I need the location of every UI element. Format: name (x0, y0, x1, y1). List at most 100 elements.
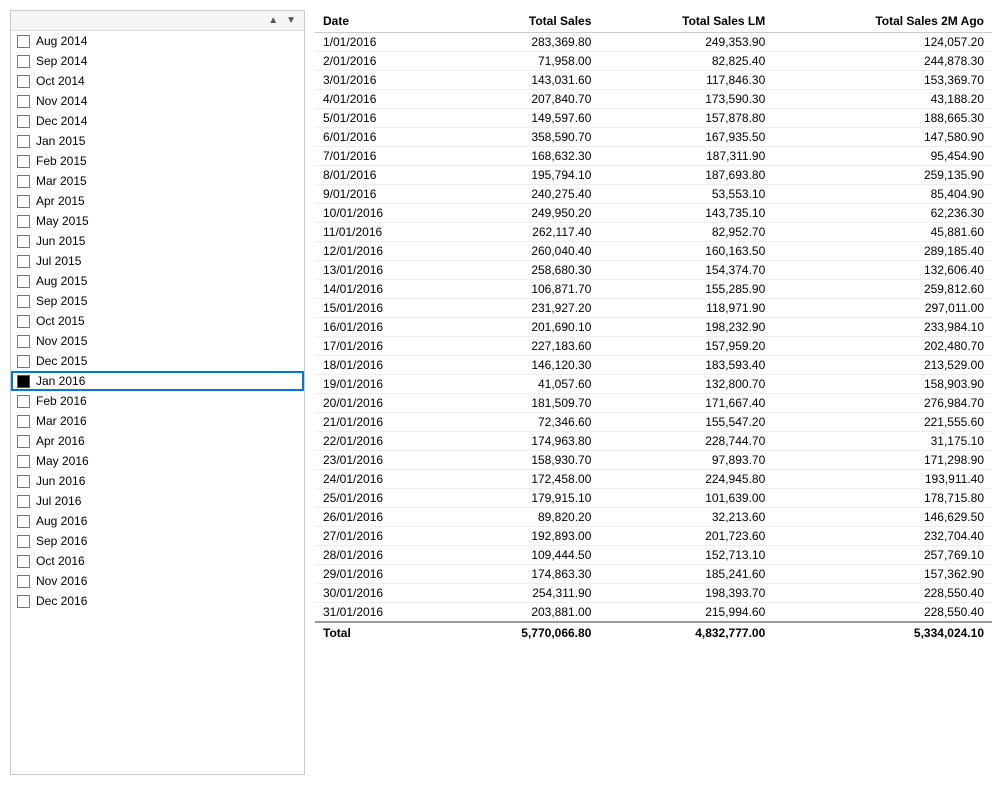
list-item[interactable]: Feb 2016 (11, 391, 304, 411)
list-item[interactable]: Oct 2015 (11, 311, 304, 331)
table-cell: 276,984.70 (773, 394, 992, 413)
table-cell: 258,680.30 (448, 261, 599, 280)
table-row: 3/01/2016143,031.60117,846.30153,369.70 (315, 71, 992, 90)
table-cell: 168,632.30 (448, 147, 599, 166)
list-item[interactable]: Jul 2015 (11, 251, 304, 271)
table-cell: 172,458.00 (448, 470, 599, 489)
checkbox-empty (17, 95, 30, 108)
checkbox-empty (17, 595, 30, 608)
list-item[interactable]: Jul 2016 (11, 491, 304, 511)
sort-desc-button[interactable]: ▼ (284, 15, 298, 26)
month-label: Aug 2015 (36, 274, 87, 288)
month-label: Nov 2014 (36, 94, 87, 108)
table-cell: 179,915.10 (448, 489, 599, 508)
list-item[interactable]: Nov 2016 (11, 571, 304, 591)
list-item[interactable]: Aug 2015 (11, 271, 304, 291)
table-cell: 43,188.20 (773, 90, 992, 109)
list-item[interactable]: Sep 2015 (11, 291, 304, 311)
list-item[interactable]: Dec 2016 (11, 591, 304, 611)
month-list: Aug 2014 Sep 2014Oct 2014 Nov 2014 Dec 2014… (11, 31, 304, 774)
table-row: 18/01/2016146,120.30183,593.40213,529.00 (315, 356, 992, 375)
table-cell: 13/01/2016 (315, 261, 448, 280)
table-row: 8/01/2016195,794.10187,693.80259,135.90 (315, 166, 992, 185)
table-cell: 228,550.40 (773, 603, 992, 623)
table-cell: 262,117.40 (448, 223, 599, 242)
month-label: Mar 2015 (36, 174, 87, 188)
table-row: 20/01/2016181,509.70171,667.40276,984.70 (315, 394, 992, 413)
table-cell: 202,480.70 (773, 337, 992, 356)
table-cell: 143,031.60 (448, 71, 599, 90)
list-item[interactable]: Jun 2015 (11, 231, 304, 251)
list-item[interactable]: Nov 2015 (11, 331, 304, 351)
table-row: 28/01/2016109,444.50152,713.10257,769.10 (315, 546, 992, 565)
list-item[interactable]: Sep 2016 (11, 531, 304, 551)
table-cell: 178,715.80 (773, 489, 992, 508)
month-label: May 2015 (36, 214, 89, 228)
month-label: Oct 2015 (36, 314, 85, 328)
month-label: Jan 2016 (36, 374, 85, 388)
table-cell: 71,958.00 (448, 52, 599, 71)
table-row: 21/01/201672,346.60155,547.20221,555.60 (315, 413, 992, 432)
checkbox-empty (17, 135, 30, 148)
list-item[interactable]: May 2016 (11, 451, 304, 471)
list-item[interactable]: Apr 2016 (11, 431, 304, 451)
month-label: Jun 2016 (36, 474, 85, 488)
list-item[interactable]: Dec 2014 (11, 111, 304, 131)
table-cell: 23/01/2016 (315, 451, 448, 470)
table-cell: 11/01/2016 (315, 223, 448, 242)
column-header: Date (315, 10, 448, 33)
table-cell: 154,374.70 (599, 261, 773, 280)
table-row: 27/01/2016192,893.00201,723.60232,704.40 (315, 527, 992, 546)
table-cell: 188,665.30 (773, 109, 992, 128)
list-item[interactable]: Mar 2015 (11, 171, 304, 191)
list-item[interactable]: Mar 2016 (11, 411, 304, 431)
table-cell: 228,550.40 (773, 584, 992, 603)
table-cell: 174,963.80 (448, 432, 599, 451)
sort-asc-button[interactable]: ▲ (266, 15, 280, 26)
list-item[interactable]: Oct 2014 (11, 71, 304, 91)
list-item[interactable]: Oct 2016 (11, 551, 304, 571)
list-item[interactable]: Aug 2016 (11, 511, 304, 531)
table-row: 23/01/2016158,930.7097,893.70171,298.90 (315, 451, 992, 470)
checkbox-empty (17, 495, 30, 508)
table-row: 17/01/2016227,183.60157,959.20202,480.70 (315, 337, 992, 356)
table-cell: 62,236.30 (773, 204, 992, 223)
table-cell: 15/01/2016 (315, 299, 448, 318)
list-item[interactable]: Feb 2015 (11, 151, 304, 171)
table-cell: 109,444.50 (448, 546, 599, 565)
table-cell: 9/01/2016 (315, 185, 448, 204)
sales-table: DateTotal SalesTotal Sales LMTotal Sales… (315, 10, 992, 643)
left-panel: ▲ ▼ Aug 2014 Sep 2014Oct 2014 Nov 2014 Dec … (10, 10, 305, 775)
panel-header: ▲ ▼ (11, 11, 304, 31)
table-cell: 203,881.00 (448, 603, 599, 623)
checkbox-empty (17, 115, 30, 128)
table-cell: 181,509.70 (448, 394, 599, 413)
footer-cell: 5,334,024.10 (773, 622, 992, 643)
list-item[interactable]: Nov 2014 (11, 91, 304, 111)
table-row: 29/01/2016174,863.30185,241.60157,362.90 (315, 565, 992, 584)
table-cell: 31/01/2016 (315, 603, 448, 623)
list-item[interactable]: May 2015 (11, 211, 304, 231)
table-cell: 85,404.90 (773, 185, 992, 204)
table-cell: 259,812.60 (773, 280, 992, 299)
list-item[interactable]: Jan 2015 (11, 131, 304, 151)
table-cell: 233,984.10 (773, 318, 992, 337)
table-cell: 158,903.90 (773, 375, 992, 394)
list-item[interactable]: Jan 2016 (11, 371, 304, 391)
table-row: 24/01/2016172,458.00224,945.80193,911.40 (315, 470, 992, 489)
month-label: Aug 2014 (36, 34, 87, 48)
table-cell: 117,846.30 (599, 71, 773, 90)
list-item[interactable]: Apr 2015 (11, 191, 304, 211)
checkbox-empty (17, 75, 30, 88)
checkbox-empty (17, 355, 30, 368)
table-row: 30/01/2016254,311.90198,393.70228,550.40 (315, 584, 992, 603)
list-item[interactable]: Jun 2016 (11, 471, 304, 491)
checkbox-empty (17, 35, 30, 48)
list-item[interactable]: Sep 2014 (11, 51, 304, 71)
checkbox-empty (17, 235, 30, 248)
list-item[interactable]: Dec 2015 (11, 351, 304, 371)
table-row: 16/01/2016201,690.10198,232.90233,984.10 (315, 318, 992, 337)
table-cell: 146,629.50 (773, 508, 992, 527)
list-item[interactable]: Aug 2014 (11, 31, 304, 51)
checkbox-empty (17, 275, 30, 288)
